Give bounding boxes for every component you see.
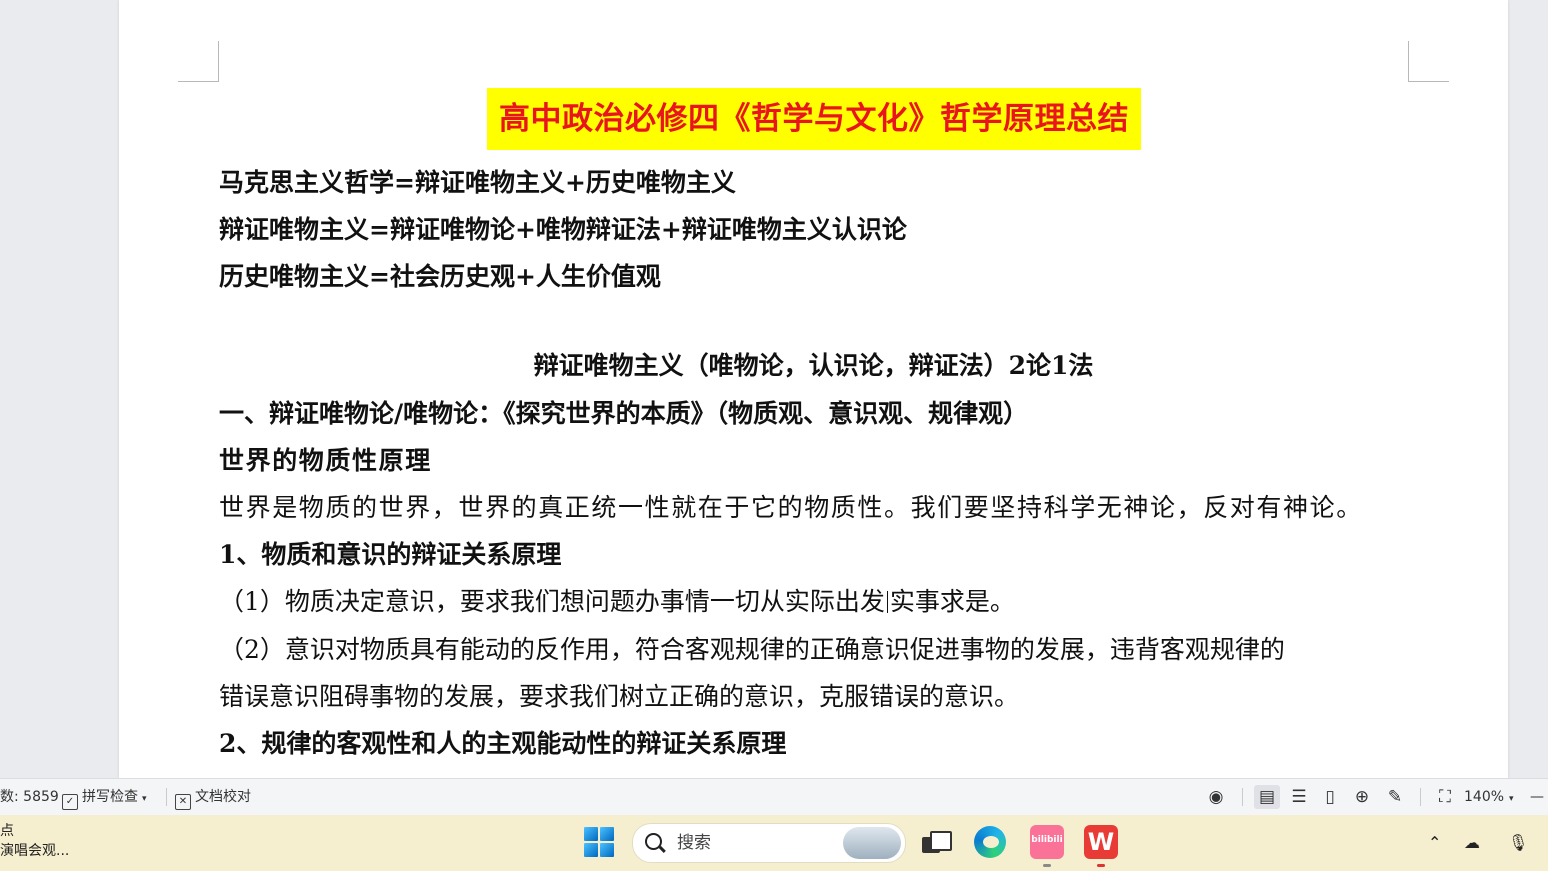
eye-protection-icon[interactable]: ◉ — [1203, 785, 1229, 809]
doc-proofread-button[interactable]: ✕ 文档校对 — [175, 779, 251, 815]
reading-view-icon[interactable]: ▯ — [1317, 785, 1343, 809]
zoom-slider-minus-icon[interactable]: — — [1530, 779, 1544, 815]
task-view-icon[interactable] — [918, 825, 952, 859]
bilibili-app-icon[interactable] — [1030, 825, 1064, 859]
paragraph-1-2[interactable]: （2）意识对物质具有能动的反作用，符合客观规律的正确意识促进事物的发展，违背客观… — [219, 635, 1285, 665]
wps-office-icon[interactable]: W — [1084, 825, 1118, 859]
web-view-icon[interactable]: ⊕ — [1349, 785, 1375, 809]
zoom-value: 140% — [1464, 789, 1505, 805]
paragraph-1-1-text: （1）物质决定意识，要求我们想问题办事情一切从实际出发 — [219, 587, 885, 616]
chevron-down-icon: ▾ — [142, 794, 147, 804]
text-line-1[interactable]: 马克思主义哲学=辩证唯物主义+历史唯物主义 — [219, 168, 736, 198]
page-view-icon[interactable]: ▤ — [1254, 785, 1280, 809]
status-bar: 数: 5859 ✓ 拼写检查 ▾ ✕ 文档校对 ◉ ▤ ☰ ▯ ⊕ ✎ ⛶ 140% ▾… — [0, 778, 1548, 815]
paragraph-1-1-tail: 实事求是。 — [889, 587, 1015, 616]
document-page[interactable]: 高中政治必修四《哲学与文化》哲学原理总结 马克思主义哲学=辩证唯物主义+历史唯物… — [119, 0, 1508, 778]
word-count[interactable]: 数: 5859 — [0, 779, 59, 815]
margin-corner-top-right — [1408, 41, 1449, 82]
onedrive-cloud-icon[interactable]: ☁ — [1464, 815, 1480, 871]
spell-check-button[interactable]: ✓ 拼写检查 ▾ — [62, 779, 147, 815]
microphone-icon[interactable]: 🎙 — [1508, 815, 1528, 871]
section-heading[interactable]: 辩证唯物主义（唯物论，认识论，辩证法）2论1法 — [119, 351, 1508, 381]
proofread-icon: ✕ — [175, 794, 191, 810]
outline-view-icon[interactable]: ☰ — [1286, 785, 1312, 809]
news-line-1: 点 — [0, 823, 14, 839]
subheading-2[interactable]: 2、规律的客观性和人的主观能动性的辩证关系原理 — [219, 729, 786, 759]
divider — [1420, 788, 1421, 806]
divider — [1242, 788, 1243, 806]
search-placeholder: 搜索 — [677, 833, 711, 853]
principle-heading[interactable]: 世界的物质性原理 — [219, 446, 432, 476]
running-indicator — [1043, 864, 1051, 867]
spell-check-label: 拼写检查 — [82, 789, 138, 805]
document-title[interactable]: 高中政治必修四《哲学与文化》哲学原理总结 — [487, 88, 1141, 150]
search-highlight-image — [843, 827, 901, 859]
divider — [166, 788, 167, 806]
write-mode-icon[interactable]: ✎ — [1382, 785, 1408, 809]
spell-check-icon: ✓ — [62, 794, 78, 810]
subheading-1[interactable]: 1、物质和意识的辩证关系原理 — [219, 540, 561, 570]
zoom-level[interactable]: 140% ▾ — [1464, 779, 1514, 815]
news-line-2: 演唱会观... — [0, 843, 70, 859]
windows-taskbar: 点 演唱会观... 搜索 W ⌃ ☁ 🎙 — [0, 815, 1548, 871]
paragraph-1-2-cont[interactable]: 错误意识阻碍事物的发展，要求我们树立正确的意识，克服错误的意识。 — [219, 682, 1019, 712]
paragraph-world-material[interactable]: 世界是物质的世界，世界的真正统一性就在于它的物质性。我们要坚持科学无神论，反对有… — [219, 493, 1363, 523]
active-indicator — [1097, 864, 1105, 867]
windows-start-icon[interactable] — [584, 827, 614, 857]
taskbar-search-box[interactable]: 搜索 — [632, 823, 906, 863]
text-cursor — [886, 591, 888, 613]
chapter-heading[interactable]: 一、辩证唯物论/唯物论：《探究世界的本质》（物质观、意识观、规律观） — [219, 399, 1028, 429]
fit-page-icon[interactable]: ⛶ — [1432, 785, 1458, 809]
news-widget[interactable]: 点 演唱会观... — [0, 821, 69, 861]
paragraph-1-1[interactable]: （1）物质决定意识，要求我们想问题办事情一切从实际出发 实事求是。 — [219, 587, 1015, 617]
search-icon — [645, 833, 662, 850]
margin-corner-top-left — [178, 41, 219, 82]
document-canvas[interactable]: 高中政治必修四《哲学与文化》哲学原理总结 马克思主义哲学=辩证唯物主义+历史唯物… — [0, 0, 1548, 778]
chevron-up-icon[interactable]: ⌃ — [1428, 815, 1441, 871]
chevron-down-icon: ▾ — [1509, 794, 1514, 804]
text-line-2[interactable]: 辩证唯物主义=辩证唯物论+唯物辩证法+辩证唯物主义认识论 — [219, 215, 907, 245]
text-line-3[interactable]: 历史唯物主义=社会历史观+人生价值观 — [219, 262, 661, 292]
edge-browser-icon[interactable] — [974, 826, 1006, 858]
doc-proofread-label: 文档校对 — [195, 789, 251, 805]
